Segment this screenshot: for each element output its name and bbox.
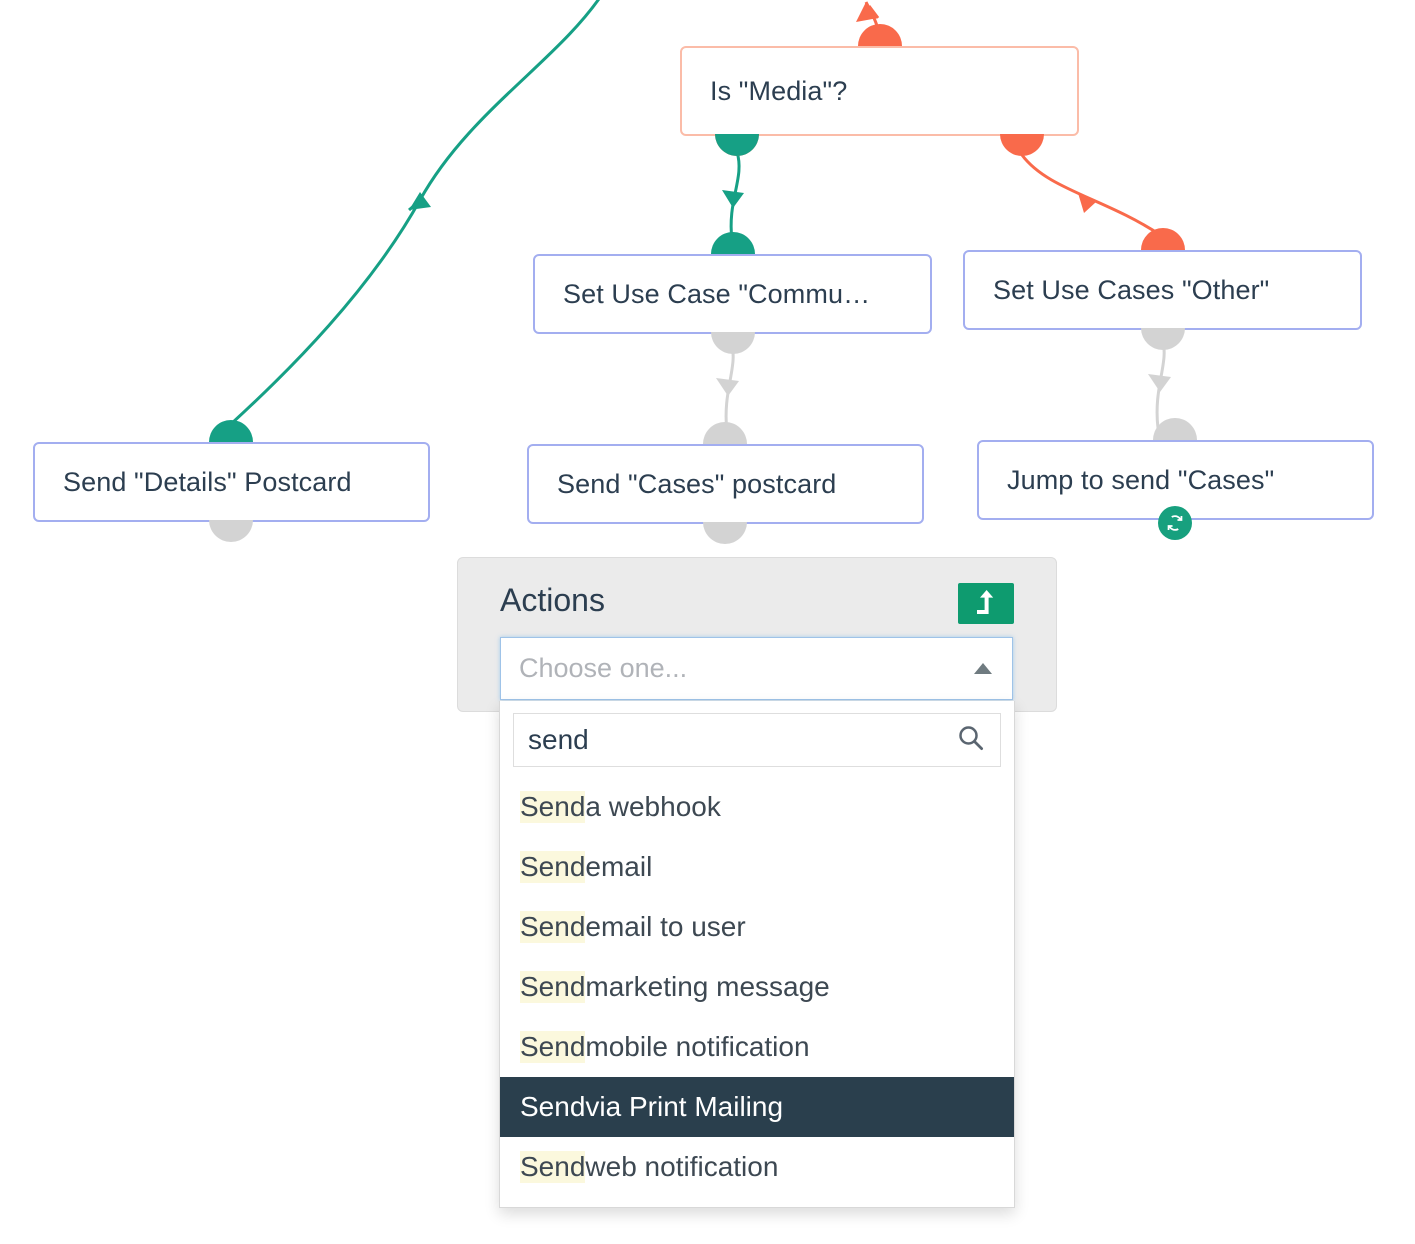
flow-node-label: Send "Cases" postcard [557,468,837,499]
dropdown-option-match: Send [520,1151,586,1183]
dropdown-option[interactable]: Send email [500,837,1014,897]
dropdown-option-list: Send a webhook Send email Send email to … [500,777,1014,1197]
dropdown-option-selected[interactable]: Send via Print Mailing [500,1077,1014,1137]
edge-green-media-to-commu [729,151,741,241]
port-commu-top[interactable] [711,232,755,254]
port-details-bottom[interactable] [209,520,253,542]
dropdown-option[interactable]: Send web notification [500,1137,1014,1197]
dropdown-option-match: Send [520,971,586,1003]
port-cases-bottom[interactable] [703,522,747,544]
action-select[interactable]: Choose one... [500,637,1013,700]
port-is-media-bottom-right[interactable] [1000,134,1044,156]
port-is-media-yes[interactable] [715,134,759,156]
dropdown-option-rest: email to user [585,911,746,942]
edge-grey-other-arrowhead [1148,374,1171,392]
dropdown-option-rest: web notification [585,1151,779,1182]
edge-green-to-details [229,0,600,426]
flow-node-set-use-cases-other[interactable]: Set Use Cases "Other" [963,250,1362,330]
dropdown-option-rest: email [585,851,653,882]
dropdown-option-match: Send [520,791,586,823]
edge-orange-media-to-other [1020,154,1163,238]
caret-up-icon[interactable] [974,663,992,674]
port-other-top[interactable] [1141,228,1185,250]
edge-green-arrow-tail [408,196,424,212]
action-dropdown: Send a webhook Send email Send email to … [499,701,1015,1208]
edge-green-media-arrowhead [722,190,744,208]
port-commu-bottom[interactable] [711,332,755,354]
action-select-placeholder: Choose one... [519,653,688,683]
actions-panel-title: Actions [500,582,605,618]
port-cases-top[interactable] [703,422,747,444]
dropdown-option-match: Send [520,851,586,883]
dropdown-option-match: Send [520,1031,586,1063]
port-other-bottom[interactable] [1141,328,1185,350]
flow-node-label: Send "Details" Postcard [63,466,352,497]
jump-up-button[interactable] [958,583,1014,624]
dropdown-option-rest: a webhook [585,791,721,822]
search-input[interactable] [528,724,956,756]
dropdown-option-rest: via Print Mailing [585,1091,784,1122]
flow-node-set-use-case-commu[interactable]: Set Use Case "Commu… [533,254,932,334]
edge-grey-commu-arrowhead [716,378,739,396]
flow-node-label: Set Use Cases "Other" [993,274,1270,305]
port-jump-top[interactable] [1153,418,1197,440]
edge-orange-incoming-tail [867,5,880,19]
dropdown-option-match: Send [520,911,586,943]
port-details-top[interactable] [209,420,253,442]
jump-up-icon [975,589,997,618]
dropdown-search-wrapper[interactable] [513,713,1001,767]
dropdown-option[interactable]: Send email to user [500,897,1014,957]
flow-node-label: Set Use Case "Commu… [563,278,871,309]
dropdown-option-rest: mobile notification [585,1031,810,1062]
dropdown-option-rest: marketing message [585,971,830,1002]
flow-node-label: Jump to send "Cases" [1007,464,1275,495]
dropdown-option[interactable]: Send mobile notification [500,1017,1014,1077]
refresh-icon [1158,506,1192,540]
dropdown-option-match: Send [520,1091,586,1122]
dropdown-option[interactable]: Send marketing message [500,957,1014,1017]
edge-green-arrowhead [409,192,431,210]
dropdown-option[interactable]: Send a webhook [500,777,1014,837]
flow-node-is-media[interactable]: Is "Media"? [680,46,1079,136]
flow-node-send-details-postcard[interactable]: Send "Details" Postcard [33,442,430,522]
flow-node-send-cases-postcard[interactable]: Send "Cases" postcard [527,444,924,524]
flow-node-label: Is "Media"? [710,75,848,106]
port-is-media-top[interactable] [858,24,902,46]
edge-orange-incoming-arrowhead [856,2,878,22]
edge-grey-commu-to-cases [724,341,735,433]
search-icon [956,723,986,758]
edge-orange-other-arrowhead [1078,193,1096,213]
edge-grey-other-to-jump [1155,337,1166,429]
